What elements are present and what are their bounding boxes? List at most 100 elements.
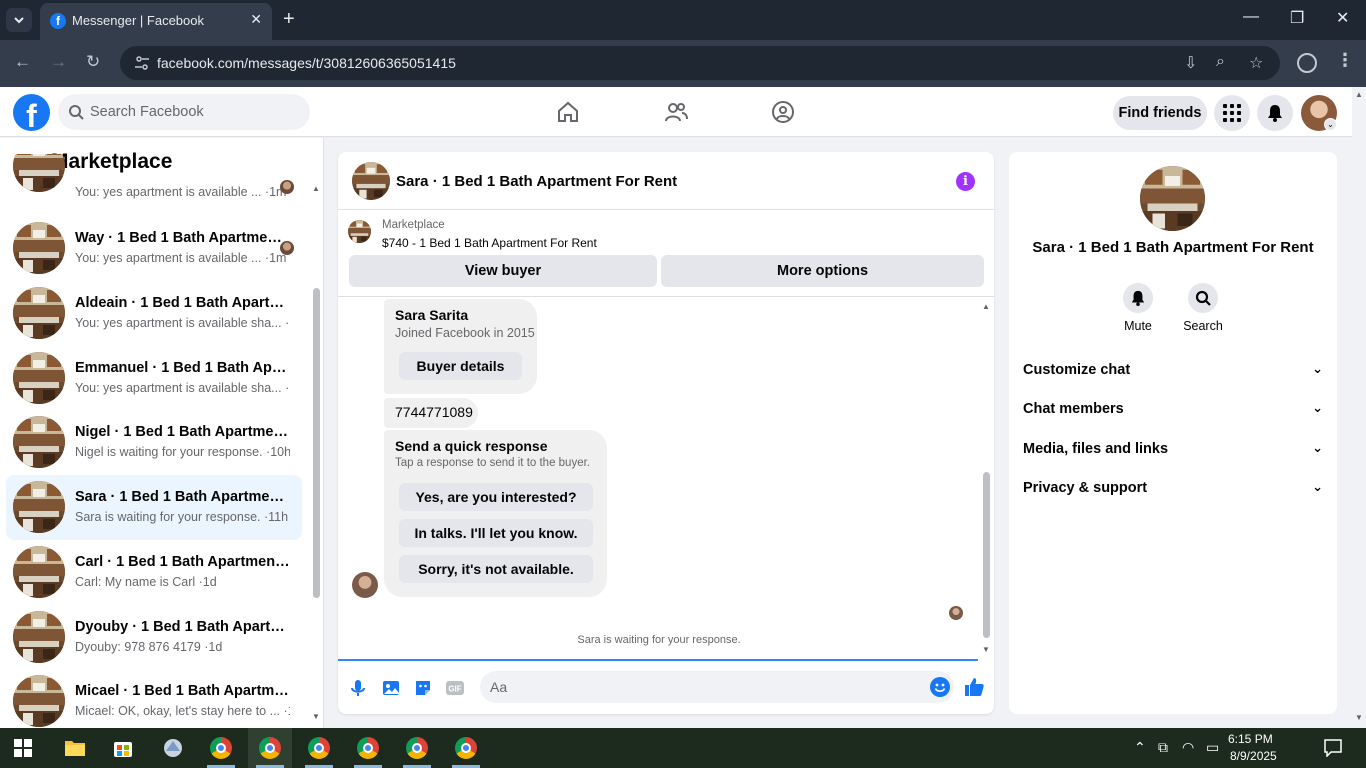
conversation-item[interactable]: You: yes apartment is available ... ·1m: [6, 154, 302, 204]
find-friends-button[interactable]: Find friends: [1113, 96, 1207, 130]
thumbs-up-icon[interactable]: [963, 676, 985, 698]
close-tab-icon[interactable]: ✕: [250, 11, 262, 28]
conversation-item[interactable]: Emmanuel · 1 Bed 1 Bath Apart... You: ye…: [6, 346, 302, 411]
restore-icon[interactable]: ❐: [1290, 8, 1304, 28]
privacy-support-row[interactable]: Privacy & support ⌄: [1023, 476, 1323, 500]
conversation-preview: Micael: OK, okay, let's stay here to ...…: [75, 704, 290, 718]
scroll-up-icon[interactable]: ▲: [982, 302, 990, 311]
message-input-box[interactable]: [480, 671, 954, 703]
gif-icon[interactable]: GIF: [445, 678, 465, 698]
listing-title[interactable]: $740 - 1 Bed 1 Bath Apartment For Rent: [382, 236, 597, 250]
battery-icon[interactable]: ▭: [1206, 739, 1219, 756]
sidebar-scroll-thumb[interactable]: [313, 288, 320, 598]
conversation-preview: You: yes apartment is available sha... ·…: [75, 381, 290, 395]
bookmark-star-icon[interactable]: ☆: [1249, 53, 1263, 73]
address-bar[interactable]: facebook.com/messages/t/3081260636505141…: [120, 46, 1280, 80]
microphone-icon[interactable]: [348, 678, 368, 698]
back-icon[interactable]: ←: [14, 52, 31, 72]
friends-icon[interactable]: [664, 100, 688, 124]
forward-icon[interactable]: →: [50, 52, 67, 72]
new-tab-icon[interactable]: +: [283, 8, 295, 30]
buyer-card: Sara Sarita Joined Facebook in 2015 Buye…: [384, 299, 537, 394]
scroll-up-icon[interactable]: ▲: [312, 184, 320, 193]
chrome-app[interactable]: [346, 728, 390, 768]
notifications-button[interactable]: [1257, 95, 1293, 131]
quick-response-option[interactable]: Yes, are you interested?: [399, 483, 593, 511]
chrome-app[interactable]: [297, 728, 341, 768]
close-window-icon[interactable]: ✕: [1336, 8, 1349, 28]
zoom-icon[interactable]: ⌕: [1216, 53, 1225, 71]
scroll-down-icon[interactable]: ▼: [1355, 713, 1363, 722]
scroll-up-icon[interactable]: ▲: [1355, 90, 1363, 99]
install-app-icon[interactable]: ⇩: [1184, 53, 1197, 73]
chat-scrollbar[interactable]: ▲ ▼: [980, 298, 994, 658]
view-buyer-button[interactable]: View buyer: [349, 255, 657, 287]
media-files-links-row[interactable]: Media, files and links ⌄: [1023, 437, 1323, 461]
home-icon[interactable]: [556, 100, 580, 124]
chat-title[interactable]: Sara · 1 Bed 1 Bath Apartment For Rent: [396, 173, 677, 190]
scroll-down-icon[interactable]: ▼: [312, 712, 320, 721]
message-input[interactable]: [490, 677, 910, 697]
quick-response-title: Send a quick response: [395, 438, 548, 454]
scroll-down-icon[interactable]: ▼: [982, 645, 990, 654]
page-scrollbar[interactable]: ▲ ▼: [1352, 87, 1366, 728]
search-icon: [69, 105, 84, 120]
store-app[interactable]: [101, 728, 145, 768]
sidebar-scrollbar[interactable]: ▲ ▼: [309, 178, 323, 728]
chrome-app[interactable]: [199, 728, 243, 768]
chat-scroll-thumb[interactable]: [983, 472, 990, 638]
conversation-item[interactable]: Dyouby · 1 Bed 1 Bath Apartmen... Dyouby…: [6, 605, 302, 670]
clock-time[interactable]: 6:15 PM: [1228, 732, 1273, 746]
chevron-up-icon[interactable]: ⌃: [1134, 739, 1146, 756]
chrome-app-active[interactable]: [248, 728, 292, 768]
info-avatar[interactable]: [1140, 166, 1205, 231]
clock-date[interactable]: 8/9/2025: [1230, 749, 1277, 763]
site-info-icon[interactable]: [133, 54, 151, 72]
meet-now-icon[interactable]: ⧉: [1158, 739, 1168, 756]
facebook-search[interactable]: Search Facebook: [58, 94, 310, 130]
emoji-icon[interactable]: [930, 677, 950, 697]
more-options-button[interactable]: More options: [661, 255, 984, 287]
sender-avatar[interactable]: [352, 572, 378, 598]
conversation-item[interactable]: Nigel · 1 Bed 1 Bath Apartment F... Nige…: [6, 410, 302, 475]
browser-profile-icon[interactable]: [1297, 53, 1317, 73]
minimize-icon[interactable]: —: [1243, 8, 1259, 26]
customize-chat-row[interactable]: Customize chat ⌄: [1023, 358, 1323, 382]
conversation-item[interactable]: Carl · 1 Bed 1 Bath Apartment Fo... Carl…: [6, 540, 302, 605]
quick-response-option[interactable]: In talks. I'll let you know.: [399, 519, 593, 547]
conversation-item-selected[interactable]: Sara · 1 Bed 1 Bath Apartment F... Sara …: [6, 475, 302, 540]
chrome-app[interactable]: [395, 728, 439, 768]
reload-icon[interactable]: ↻: [86, 52, 100, 72]
windows-taskbar: ⌃ ⧉ ◠ ▭ ♪ 6:15 PM 8/9/2025: [0, 728, 1366, 768]
chrome-app[interactable]: [444, 728, 488, 768]
wifi-icon[interactable]: ◠: [1182, 739, 1194, 756]
info-icon[interactable]: i: [956, 172, 975, 191]
file-explorer-app[interactable]: [53, 728, 97, 768]
photo-icon[interactable]: [381, 678, 401, 698]
quick-response-option[interactable]: Sorry, it's not available.: [399, 555, 593, 583]
groups-icon[interactable]: [771, 100, 795, 124]
chat-avatar[interactable]: [352, 162, 390, 200]
browser-menu-icon[interactable]: ⋮: [1336, 50, 1354, 71]
account-chevron-icon[interactable]: ⌄: [1324, 118, 1337, 131]
folder-icon: [65, 741, 85, 756]
conversation-name: Aldeain · 1 Bed 1 Bath Apartmen...: [75, 295, 290, 311]
chat-members-row[interactable]: Chat members ⌄: [1023, 397, 1323, 421]
chevron-down-icon: ⌄: [1312, 479, 1323, 494]
conversation-preview: Carl: My name is Carl ·1d: [75, 575, 217, 589]
conversation-item[interactable]: Way · 1 Bed 1 Bath Apartment... You: yes…: [6, 216, 302, 281]
facebook-logo-icon[interactable]: f: [13, 94, 50, 131]
buyer-details-button[interactable]: Buyer details: [399, 352, 522, 380]
menu-grid-button[interactable]: [1214, 95, 1250, 131]
browser-tab-messenger[interactable]: f Messenger | Facebook ✕: [40, 3, 272, 40]
marketplace-sidebar: ← Marketplace You: yes apartment is avai…: [0, 138, 324, 728]
search-button[interactable]: Search: [1173, 283, 1233, 333]
tab-list-button[interactable]: [6, 8, 32, 32]
conversation-item[interactable]: Aldeain · 1 Bed 1 Bath Apartmen... You: …: [6, 281, 302, 346]
pinned-app[interactable]: [151, 728, 195, 768]
windows-start-icon[interactable]: [14, 739, 32, 757]
conversation-item[interactable]: Micael · 1 Bed 1 Bath Apartment... Micae…: [6, 669, 302, 728]
mute-button[interactable]: Mute: [1108, 283, 1168, 333]
notification-center-icon[interactable]: [1324, 739, 1342, 757]
sticker-icon[interactable]: [413, 678, 433, 698]
